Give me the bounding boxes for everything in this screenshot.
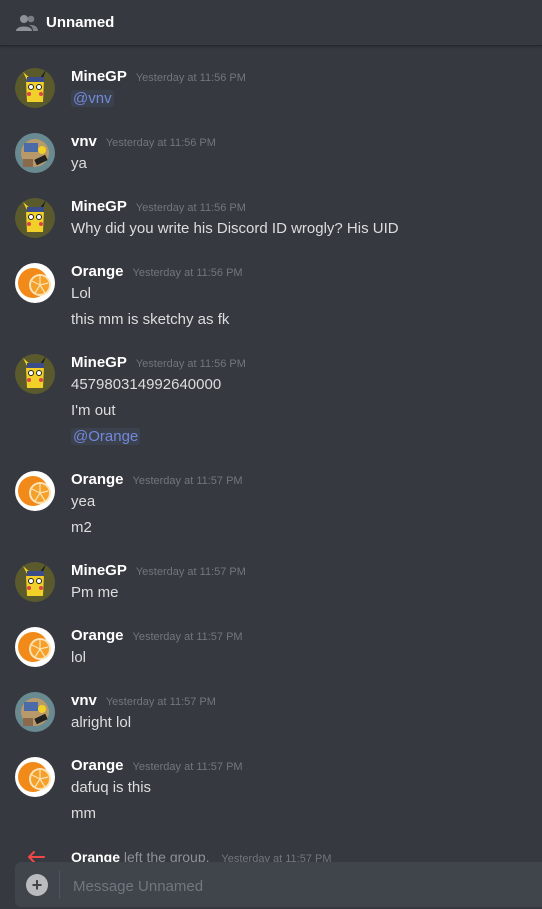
message-header: Orange Yesterday at 11:57 PM — [71, 627, 243, 647]
mention[interactable]: @vnv — [71, 90, 114, 107]
pikachu-detective-avatar — [15, 198, 55, 238]
author-name[interactable]: Orange — [71, 849, 120, 863]
avatar[interactable] — [15, 354, 55, 394]
orange-fruit-avatar — [15, 471, 55, 511]
message-header: vnv Yesterday at 11:57 PM — [71, 692, 216, 712]
author-name[interactable]: Orange — [71, 471, 124, 488]
avatar[interactable] — [15, 757, 55, 797]
channel-header: Unnamed — [0, 0, 542, 46]
message-line: m2 — [71, 519, 92, 536]
message-input[interactable] — [71, 873, 515, 899]
pikachu-detective-avatar — [15, 562, 55, 602]
message-line: dafuq is this — [71, 779, 152, 796]
message-header: MineGP Yesterday at 11:57 PM — [71, 562, 246, 582]
message-header: MineGP Yesterday at 11:56 PM — [71, 198, 246, 218]
avatar[interactable] — [15, 692, 55, 732]
author-name[interactable]: MineGP — [71, 562, 127, 579]
system-message-left-group: Orange left the group. Yesterday at 11:5… — [0, 849, 542, 863]
message-composer: + — [15, 862, 542, 907]
author-name[interactable]: Orange — [71, 263, 124, 280]
message-line: @Orange — [71, 428, 141, 445]
author-name[interactable]: vnv — [71, 133, 97, 150]
timestamp: Yesterday at 11:56 PM — [105, 137, 216, 149]
timestamp: Yesterday at 11:57 PM — [132, 475, 243, 487]
message-line: lol — [71, 649, 87, 666]
avatar[interactable] — [15, 562, 55, 602]
pikachu-detective-avatar — [15, 68, 55, 108]
author-name[interactable]: Orange — [71, 757, 124, 774]
composer-divider — [59, 870, 60, 899]
message-line: Pm me — [71, 584, 119, 601]
timestamp: Yesterday at 11:57 PM — [132, 761, 243, 773]
message-header: Orange Yesterday at 11:56 PM — [71, 263, 243, 283]
message-header: Orange Yesterday at 11:57 PM — [71, 757, 243, 777]
author-name[interactable]: vnv — [71, 692, 97, 709]
message-line: Lol — [71, 285, 92, 302]
author-name[interactable]: MineGP — [71, 68, 127, 85]
pokemon-avatar — [15, 692, 55, 732]
channel-title: Unnamed — [46, 14, 115, 31]
pikachu-detective-avatar — [15, 354, 55, 394]
message-list[interactable]: MineGP Yesterday at 11:56 PM @vnv vnv Ye… — [0, 47, 542, 863]
message-line: mm — [71, 805, 96, 822]
pokemon-avatar — [15, 133, 55, 173]
leave-arrow-icon — [26, 849, 46, 863]
timestamp: Yesterday at 11:56 PM — [135, 72, 246, 84]
message-line: I'm out — [71, 402, 116, 419]
message-line: @vnv — [71, 90, 114, 107]
orange-fruit-avatar — [15, 263, 55, 303]
avatar[interactable] — [15, 133, 55, 173]
system-action: left the group. — [123, 849, 210, 863]
people-icon — [16, 12, 38, 34]
author-name[interactable]: MineGP — [71, 354, 127, 371]
timestamp: Yesterday at 11:57 PM — [132, 631, 243, 643]
timestamp: Yesterday at 11:57 PM — [135, 566, 246, 578]
avatar[interactable] — [15, 471, 55, 511]
message-line: ya — [71, 155, 87, 172]
avatar[interactable] — [15, 198, 55, 238]
avatar[interactable] — [15, 627, 55, 667]
orange-fruit-avatar — [15, 757, 55, 797]
message-header: MineGP Yesterday at 11:56 PM — [71, 68, 246, 88]
message-header: MineGP Yesterday at 11:56 PM — [71, 354, 246, 374]
author-name[interactable]: Orange — [71, 627, 124, 644]
composer-area: + — [0, 862, 542, 909]
message-line: yea — [71, 493, 96, 510]
avatar[interactable] — [15, 68, 55, 108]
message-line: Why did you write his Discord ID wrogly?… — [71, 220, 399, 237]
timestamp: Yesterday at 11:57 PM — [105, 696, 216, 708]
message-line: 457980314992640000 — [71, 376, 222, 393]
message-line: this mm is sketchy as fk — [71, 311, 230, 328]
message-line: alright lol — [71, 714, 132, 731]
avatar[interactable] — [15, 263, 55, 303]
upload-plus-icon[interactable]: + — [26, 874, 48, 896]
system-text: Orange left the group. Yesterday at 11:5… — [71, 849, 332, 863]
timestamp: Yesterday at 11:56 PM — [135, 358, 246, 370]
timestamp: Yesterday at 11:56 PM — [132, 267, 243, 279]
message-header: vnv Yesterday at 11:56 PM — [71, 133, 216, 153]
timestamp: Yesterday at 11:56 PM — [135, 202, 246, 214]
orange-fruit-avatar — [15, 627, 55, 667]
mention[interactable]: @Orange — [71, 428, 141, 445]
message-header: Orange Yesterday at 11:57 PM — [71, 471, 243, 491]
author-name[interactable]: MineGP — [71, 198, 127, 215]
